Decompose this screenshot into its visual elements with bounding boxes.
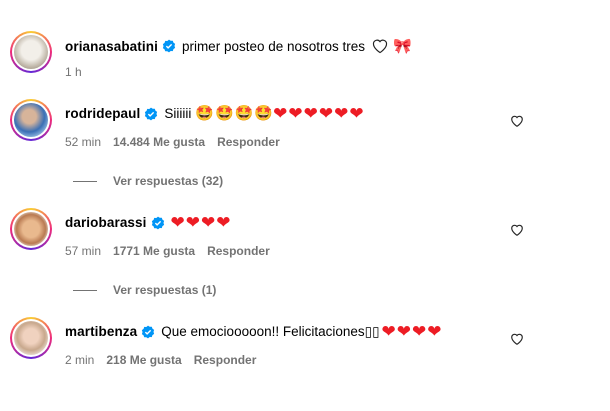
replies-divider (73, 289, 97, 291)
avatar-photo (14, 103, 48, 137)
comment-row: rodridepaul Siiiiii 🤩 🤩 🤩 🤩 ❤ ❤ ❤ ❤ ❤ ❤ (65, 105, 365, 122)
verified-badge-icon (142, 325, 155, 338)
view-replies-button[interactable]: Ver respuestas (32) (73, 174, 223, 188)
white-heart-icon (372, 39, 388, 54)
post-time: 1 h (65, 65, 82, 79)
avatar-ring (12, 319, 50, 357)
post-caption-row: orianasabatini primer posteo de nosotros… (65, 37, 412, 55)
red-heart-icon: ❤ (170, 213, 185, 232)
red-heart-icon: ❤ (185, 213, 200, 232)
comment-text: Que emociooooon!! Felicitaciones▯▯ (161, 323, 380, 339)
comment-row: martibenza Que emociooooon!! Felicitacio… (65, 323, 443, 340)
avatar-orianasabatini[interactable] (10, 31, 52, 73)
red-heart-icon: ❤ (412, 322, 427, 341)
comment-text: Siiiiii (164, 106, 192, 121)
red-heart-icon: ❤ (303, 104, 318, 123)
comment-username[interactable]: rodridepaul (65, 106, 140, 121)
comment-row: dariobarassi ❤ ❤ ❤ ❤ (65, 214, 232, 231)
like-heart-icon[interactable] (510, 332, 524, 346)
red-heart-icon: ❤ (427, 322, 442, 341)
star-struck-emoji-icon: 🤩 (234, 105, 254, 122)
replies-divider (73, 180, 97, 182)
star-struck-emoji-icon: 🤩 (254, 105, 274, 122)
avatar-photo (14, 321, 48, 355)
comment-likes[interactable]: 218 Me gusta (106, 353, 181, 367)
verified-badge-icon (145, 107, 158, 120)
view-replies-label: Ver respuestas (1) (113, 283, 217, 297)
star-struck-emoji-icon: 🤩 (195, 105, 215, 122)
comment-time: 2 min (65, 353, 95, 367)
red-heart-icon: ❤ (396, 322, 412, 341)
reply-button[interactable]: Responder (217, 135, 280, 149)
reply-button[interactable]: Responder (207, 244, 270, 258)
avatar-ring (12, 210, 50, 248)
red-heart-icon: ❤ (216, 213, 231, 232)
avatar-ring (12, 33, 50, 71)
comment-username[interactable]: martibenza (65, 324, 137, 339)
red-heart-icon: ❤ (273, 104, 288, 123)
like-heart-icon[interactable] (510, 223, 524, 237)
comment-username[interactable]: dariobarassi (65, 215, 147, 230)
avatar-dariobarassi[interactable] (10, 208, 52, 250)
ribbon-emoji-icon: 🎀 (393, 38, 412, 55)
red-heart-icon: ❤ (318, 104, 334, 123)
verified-badge-icon (151, 216, 164, 229)
red-heart-icon: ❤ (201, 213, 216, 232)
red-heart-icon: ❤ (349, 104, 364, 123)
red-heart-icon: ❤ (334, 104, 349, 123)
post-meta: 1 h (65, 65, 82, 79)
comment-time: 52 min (65, 135, 102, 149)
comment-meta: 57 min 1771 Me gusta Responder (65, 244, 270, 258)
red-heart-icon: ❤ (288, 104, 303, 123)
reply-button[interactable]: Responder (194, 353, 257, 367)
comment-meta: 52 min 14.484 Me gusta Responder (65, 135, 280, 149)
red-heart-icon: ❤ (381, 322, 396, 341)
avatar-martibenza[interactable] (10, 317, 52, 359)
avatar-photo (14, 212, 48, 246)
post-username[interactable]: orianasabatini (65, 39, 158, 54)
comment-likes[interactable]: 1771 Me gusta (113, 244, 195, 258)
comment-meta: 2 min 218 Me gusta Responder (65, 353, 256, 367)
post-caption: primer posteo de nosotros tres (181, 38, 366, 54)
star-struck-emoji-icon: 🤩 (215, 105, 234, 122)
like-heart-icon[interactable] (510, 114, 524, 128)
avatar-rodridepaul[interactable] (10, 99, 52, 141)
avatar-ring (12, 101, 50, 139)
comment-likes[interactable]: 14.484 Me gusta (113, 135, 205, 149)
view-replies-button[interactable]: Ver respuestas (1) (73, 283, 216, 297)
verified-badge-icon (162, 39, 176, 53)
view-replies-label: Ver respuestas (32) (113, 174, 224, 188)
comment-time: 57 min (65, 244, 102, 258)
avatar-photo (14, 35, 48, 69)
